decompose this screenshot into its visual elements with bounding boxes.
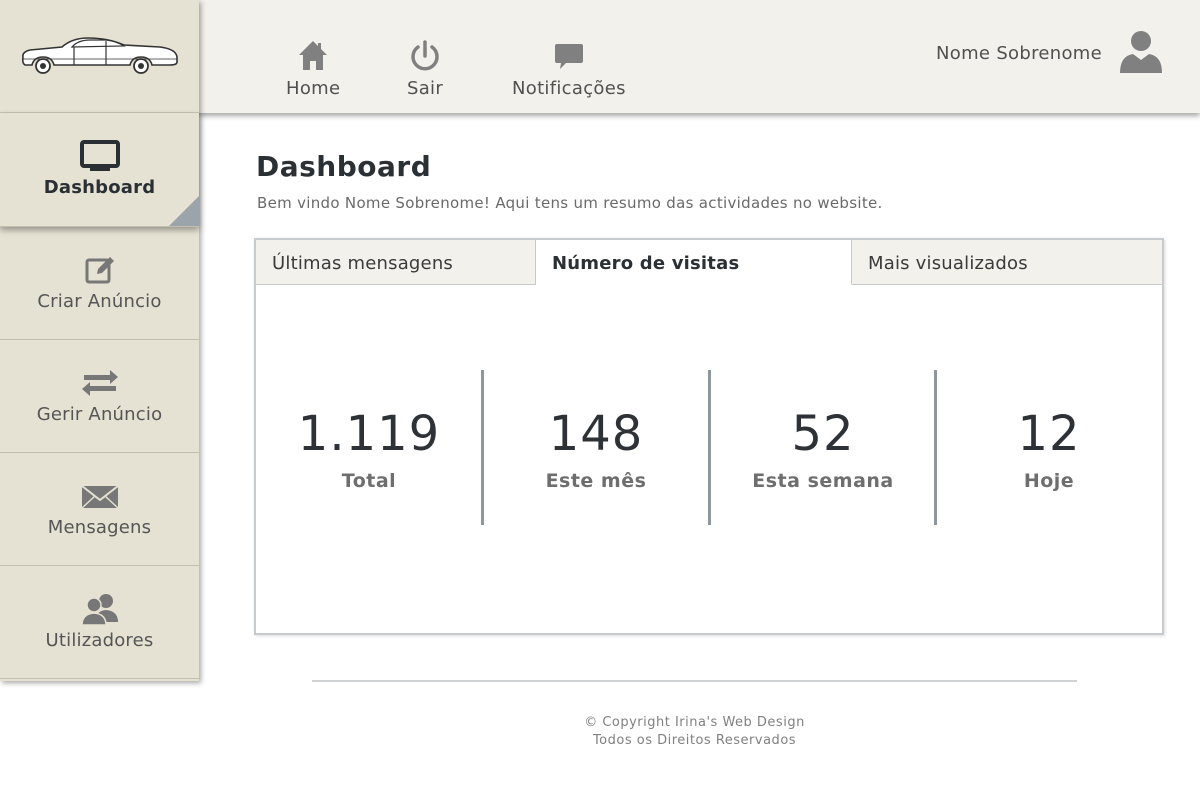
- stat-label: Esta semana: [752, 470, 894, 492]
- car-logo-icon: [21, 37, 178, 74]
- sidebar-item-label: Criar Anúncio: [37, 291, 162, 312]
- stat-esta-semana: 52 Esta semana: [710, 370, 936, 525]
- users-icon: [80, 594, 118, 626]
- nav-sair-label: Sair: [407, 78, 444, 99]
- user-name[interactable]: Nome Sobrenome: [936, 43, 1102, 64]
- sidebar-item-utilizadores[interactable]: Utilizadores: [0, 566, 199, 679]
- swap-arrows-icon: [81, 370, 118, 396]
- user-avatar-icon[interactable]: [1118, 28, 1164, 74]
- stat-value: 1.119: [297, 406, 441, 462]
- stat-label: Hoje: [1023, 470, 1075, 492]
- footer-copyright: © Copyright Irina's Web Design: [584, 715, 805, 730]
- envelope-icon: [80, 485, 119, 509]
- logo[interactable]: [0, 0, 199, 113]
- sidebar-item-label: Dashboard: [43, 177, 156, 198]
- sidebar-item-gerir-anuncio[interactable]: Gerir Anúncio: [0, 340, 199, 453]
- stat-label: Total: [341, 470, 397, 492]
- stat-value: 148: [548, 406, 644, 462]
- sidebar-item-label: Mensagens: [47, 517, 152, 538]
- chat-icon: [554, 44, 583, 69]
- tab-numero-de-visitas[interactable]: Número de visitas: [536, 240, 852, 285]
- sidebar-item-criar-anuncio[interactable]: Criar Anúncio: [0, 227, 199, 340]
- stats-panel: Últimas mensagens Número de visitas Mais…: [254, 238, 1164, 635]
- edit-icon: [85, 257, 114, 284]
- stat-este-mes: 148 Este mês: [483, 370, 709, 525]
- tab-ultimas-mensagens[interactable]: Últimas mensagens: [256, 240, 536, 285]
- home-icon: [299, 41, 328, 70]
- nav-home[interactable]: Home: [286, 38, 340, 99]
- welcome-message: Bem vindo Nome Sobrenome! Aqui tens um r…: [257, 194, 883, 212]
- tab-bar: Últimas mensagens Número de visitas Mais…: [256, 240, 1162, 285]
- nav-sair[interactable]: Sair: [407, 38, 443, 99]
- stat-value: 12: [1017, 406, 1081, 462]
- visits-stats: 1.119 Total 148 Este mês 52 Esta semana …: [256, 370, 1162, 525]
- stat-label: Este mês: [545, 470, 647, 492]
- sidebar-item-mensagens[interactable]: Mensagens: [0, 453, 199, 566]
- monitor-icon: [79, 140, 120, 171]
- footer-divider: [312, 680, 1077, 682]
- stat-value: 52: [791, 406, 855, 462]
- sidebar-item-label: Gerir Anúncio: [36, 404, 163, 425]
- page-title: Dashboard: [256, 150, 432, 183]
- nav-home-label: Home: [286, 78, 341, 99]
- stat-hoje: 12 Hoje: [936, 370, 1162, 525]
- active-corner-marker: [169, 196, 199, 226]
- nav-notificacoes-label: Notificações: [512, 78, 626, 99]
- power-icon: [411, 40, 439, 71]
- stat-total: 1.119 Total: [256, 370, 482, 525]
- footer-rights: Todos os Direitos Reservados: [592, 733, 797, 748]
- sidebar: Dashboard Criar Anúncio Gerir Anúncio Me…: [0, 0, 199, 681]
- sidebar-item-dashboard[interactable]: Dashboard: [0, 113, 199, 227]
- nav-notificacoes[interactable]: Notificações: [512, 38, 626, 99]
- sidebar-item-label: Utilizadores: [45, 630, 154, 651]
- tab-mais-visualizados[interactable]: Mais visualizados: [852, 240, 1162, 285]
